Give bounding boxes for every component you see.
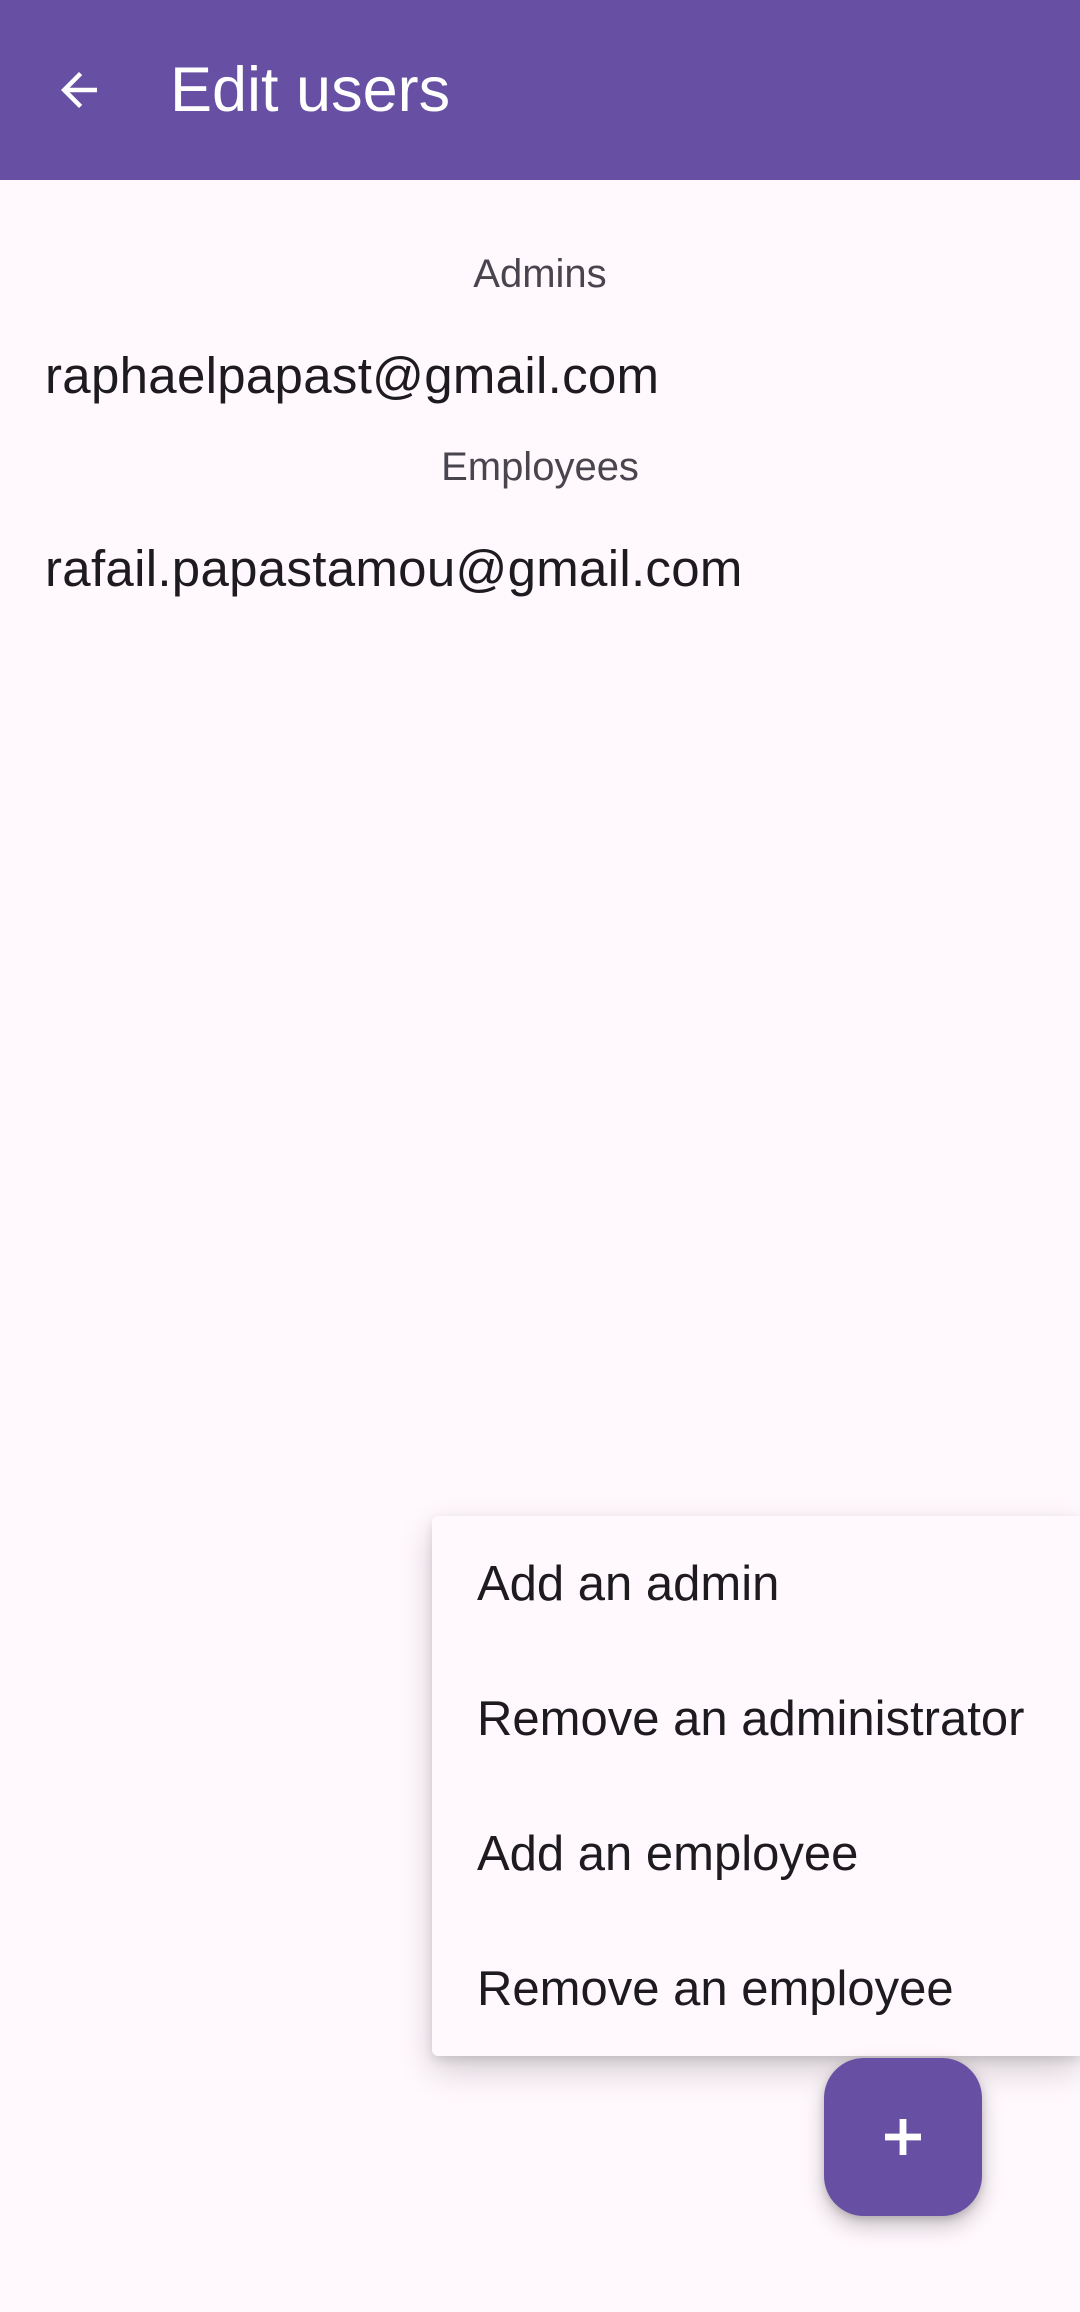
menu-item-remove-administrator[interactable]: Remove an administrator (432, 1651, 1080, 1786)
fab-popup-menu: Add an admin Remove an administrator Add… (432, 1516, 1080, 2056)
menu-item-add-admin[interactable]: Add an admin (432, 1516, 1080, 1651)
menu-item-remove-employee[interactable]: Remove an employee (432, 1921, 1080, 2056)
menu-item-add-employee[interactable]: Add an employee (432, 1786, 1080, 1921)
admin-email-item[interactable]: raphaelpapast@gmail.com (45, 346, 659, 405)
back-button[interactable] (40, 45, 118, 135)
add-fab-button[interactable] (824, 2058, 982, 2216)
app-screen: Edit users Admins raphaelpapast@gmail.co… (0, 0, 1080, 2312)
arrow-back-icon (61, 72, 97, 108)
employee-email-item[interactable]: rafail.papastamou@gmail.com (45, 539, 743, 598)
admins-section-header: Admins (473, 252, 607, 296)
employees-section-header: Employees (441, 445, 639, 489)
plus-icon (885, 2119, 921, 2155)
page-title: Edit users (170, 55, 451, 125)
top-app-bar: Edit users (0, 0, 1080, 180)
